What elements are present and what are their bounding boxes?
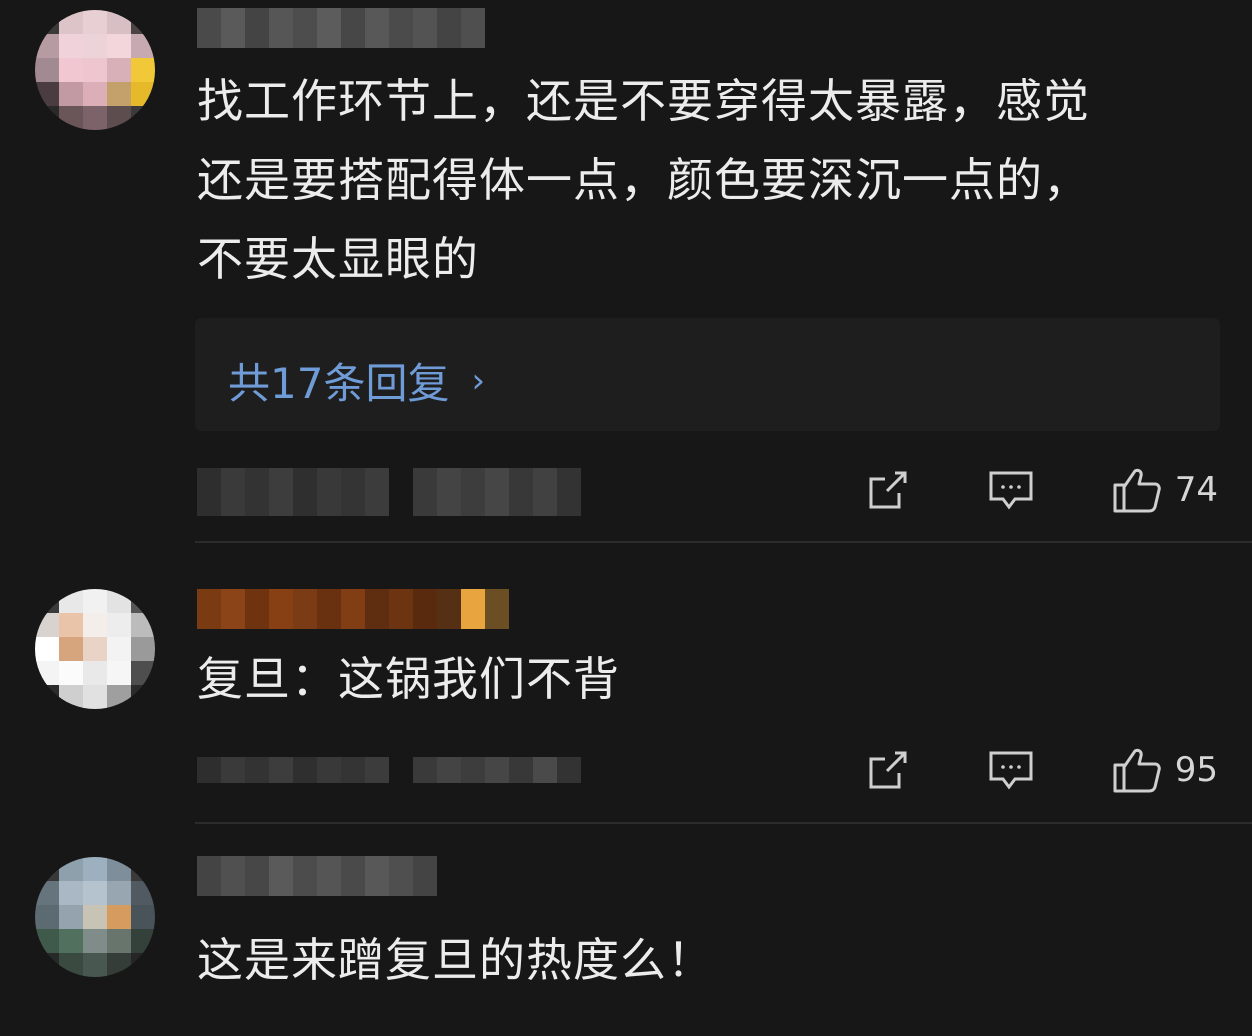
avatar[interactable]	[35, 10, 155, 130]
view-replies-link[interactable]: 共17条回复 ›	[228, 350, 485, 411]
comment-actions: 95	[865, 745, 1218, 795]
comment-text-line: 还是要搭配得体一点，颜色要深沉一点的，	[197, 153, 1090, 207]
reply-button[interactable]	[987, 467, 1035, 513]
share-icon	[869, 751, 907, 789]
comment-text-line: 不要太显眼的	[197, 232, 479, 286]
comment-icon	[989, 751, 1033, 790]
share-button[interactable]	[865, 747, 911, 793]
comment-text-line: 找工作环节上，还是不要穿得太暴露，感觉	[197, 74, 1090, 128]
like-icon	[1113, 468, 1161, 513]
like-icon	[1113, 748, 1161, 793]
share-button[interactable]	[865, 467, 911, 513]
share-icon	[869, 471, 907, 509]
comment-text-line: 复旦：这锅我们不背	[197, 652, 620, 706]
like-count: 74	[1174, 470, 1218, 510]
comment-text: 找工作环节上，还是不要穿得太暴露，感觉 还是要搭配得体一点，颜色要深沉一点的， …	[197, 62, 1227, 299]
chevron-right-icon: ›	[471, 360, 486, 401]
like-count: 95	[1174, 750, 1218, 790]
comment-icon	[989, 471, 1033, 510]
comment-text: 这是来蹭复旦的热度么！	[197, 921, 1227, 1000]
comment-meta-blurred	[197, 757, 581, 783]
comment-actions: 74	[865, 465, 1218, 515]
like-button[interactable]: 95	[1111, 745, 1218, 795]
divider	[195, 822, 1252, 824]
comment-text-line: 这是来蹭复旦的热度么！	[197, 933, 714, 987]
replies-count-label: 共17条回复	[228, 359, 450, 408]
like-button[interactable]: 74	[1111, 465, 1218, 515]
avatar[interactable]	[35, 857, 155, 977]
avatar[interactable]	[35, 589, 155, 709]
comment-meta-blurred	[197, 468, 581, 516]
username-blurred[interactable]	[197, 589, 509, 629]
username-blurred[interactable]	[197, 856, 437, 896]
username-blurred[interactable]	[197, 8, 485, 48]
replies-panel[interactable]: 共17条回复 ›	[195, 318, 1220, 431]
comment-text: 复旦：这锅我们不背	[197, 640, 1227, 719]
divider	[195, 541, 1252, 543]
reply-button[interactable]	[987, 747, 1035, 793]
